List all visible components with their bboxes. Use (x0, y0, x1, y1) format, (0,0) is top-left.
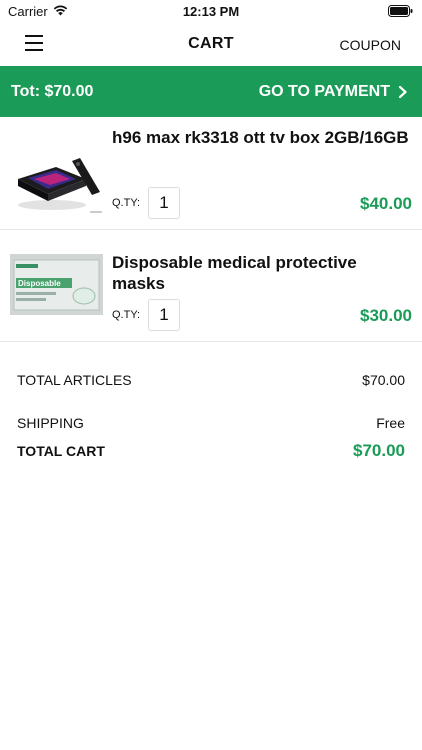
navigation-bar: CART COUPON (0, 22, 422, 66)
item-price: $30.00 (360, 306, 412, 325)
total-articles-value: $70.00 (362, 372, 405, 388)
go-to-payment-label: GO TO PAYMENT (258, 83, 390, 100)
cart-item: Disposable Disposable medical protective… (0, 229, 422, 342)
clock-label: 12:13 PM (182, 4, 240, 19)
status-bar: Carrier 12:13 PM (0, 0, 422, 22)
mask-box-text: Disposable (18, 279, 61, 288)
tv-box-image[interactable] (10, 143, 103, 217)
total-articles-label: TOTAL ARTICLES (17, 372, 132, 388)
item-name: h96 max rk3318 ott tv box 2GB/16GB (112, 128, 409, 147)
chevron-right-icon (398, 86, 407, 98)
cart-item: h96 max rk3318 ott tv box 2GB/16GB Q.TY:… (0, 117, 422, 230)
mask-box-image[interactable]: Disposable (10, 254, 103, 315)
shipping-label: SHIPPING (17, 415, 84, 431)
item-price: $40.00 (360, 194, 412, 213)
shipping-row: SHIPPING Free (17, 415, 405, 431)
shipping-value: Free (376, 415, 405, 431)
quantity-label: Q.TY: (112, 309, 141, 321)
total-cart-row: TOTAL CART $70.00 (17, 441, 405, 460)
quantity-input[interactable]: 1 (148, 187, 180, 219)
payment-bar: Tot: $70.00 GO TO PAYMENT (0, 66, 422, 117)
total-articles-row: TOTAL ARTICLES $70.00 (17, 372, 405, 388)
item-name: Disposable medical protective masks (112, 253, 357, 293)
go-to-payment-button[interactable]: GO TO PAYMENT (259, 83, 408, 101)
total-cart-label: TOTAL CART (17, 443, 105, 459)
battery-icon (388, 5, 413, 17)
coupon-button[interactable]: COUPON (340, 37, 401, 53)
quantity-label: Q.TY: (112, 197, 141, 209)
quantity-input[interactable]: 1 (148, 299, 180, 331)
cart-total-label: Tot: $70.00 (11, 83, 94, 100)
total-cart-value: $70.00 (353, 441, 405, 460)
